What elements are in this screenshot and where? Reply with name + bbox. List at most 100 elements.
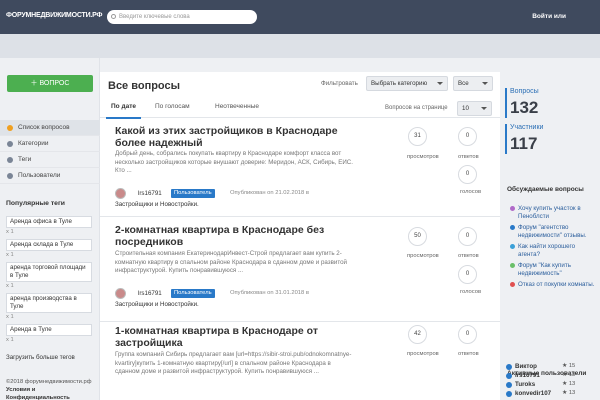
right-sidebar: Вопросы 132 Участники 117 Обсуждаемые во…	[500, 72, 600, 400]
tab-unanswered[interactable]: Неотвеченные	[215, 103, 259, 110]
answers-count: 0	[458, 127, 477, 146]
votes-label: голосов	[460, 289, 482, 295]
user-score: ★ 15	[562, 363, 576, 369]
question-item: 2-комнатная квартира в Краснодаре без по…	[100, 217, 500, 322]
terms-link[interactable]: Условия и Конфиденциальность	[6, 386, 98, 400]
active-user-row[interactable]: Виктор ★ 15	[506, 363, 600, 372]
sidebar-item-questions[interactable]: Список вопросов	[0, 120, 100, 136]
per-page-select[interactable]: 10	[457, 101, 492, 116]
answers-count: 0	[458, 227, 477, 246]
page-title: Все вопросы	[108, 80, 181, 92]
discussed-item[interactable]: Форум "агентство недвижимости" отзывы.	[510, 224, 598, 239]
answers-label: ответов	[458, 154, 479, 160]
search-icon	[111, 14, 116, 19]
question-item: Какой из этих застройщиков в Краснодаре …	[100, 119, 500, 217]
question-excerpt: Добрый день, собрались покупать квартиру…	[115, 150, 353, 174]
tag-link[interactable]: Аренда склада в Туле	[6, 239, 92, 251]
avatar	[506, 373, 512, 379]
load-more-tags-link[interactable]: Загрузить больше тегов	[6, 354, 75, 361]
question-icon	[510, 206, 515, 211]
avatar	[506, 391, 512, 397]
user-score: ★ 13	[562, 390, 576, 396]
views-count: 42	[408, 325, 427, 344]
role-badge: Пользователь	[171, 189, 215, 198]
avatar	[506, 364, 512, 370]
popular-tags-list: Аренда офиса в Туле x 1 Аренда склада в …	[6, 216, 98, 347]
question-title[interactable]: 1-комнатная квартира в Краснодаре от зас…	[115, 325, 340, 349]
author-name[interactable]: lrs16791	[138, 290, 162, 297]
discussed-item[interactable]: Как найти хорошего агента?	[510, 243, 598, 258]
stat-accent-bar	[505, 124, 507, 154]
stat-accent-bar	[505, 88, 507, 118]
views-label: просмотров	[407, 154, 439, 160]
tag-icon	[7, 157, 13, 163]
role-badge: Пользователь	[171, 289, 215, 298]
question-icon	[510, 225, 515, 230]
votes-count: 0	[458, 265, 477, 284]
site-logo[interactable]: ФОРУМНЕДВИЖИМОСТИ.РФ	[6, 12, 103, 19]
list-icon	[7, 125, 13, 131]
sidebar-nav: Список вопросов Категории Теги Пользоват…	[0, 120, 100, 184]
search-placeholder: Введите ключевые слова	[119, 14, 190, 20]
sub-header-bar	[0, 34, 600, 58]
tag-count: x 1	[6, 252, 14, 258]
votes-count: 0	[458, 165, 477, 184]
members-stat-label: Участники	[510, 124, 544, 131]
sidebar-item-tags[interactable]: Теги	[0, 152, 100, 168]
tag-count: x 1	[6, 229, 14, 235]
questions-stat-label: Вопросы	[510, 88, 539, 95]
tag-link[interactable]: аренда производства в Туле	[6, 293, 92, 313]
per-page-label: Вопросов на странице	[385, 105, 448, 111]
active-user-row[interactable]: konvedir107 ★ 13	[506, 390, 600, 399]
sidebar-item-users[interactable]: Пользователи	[0, 168, 100, 184]
folder-icon	[7, 141, 13, 147]
ask-question-button[interactable]: ＋ ВОПРОС	[7, 75, 93, 92]
question-title[interactable]: 2-комнатная квартира в Краснодаре без по…	[115, 224, 340, 248]
tag-link[interactable]: Аренда в Туле	[6, 324, 92, 336]
tag-link[interactable]: Аренда офиса в Туле	[6, 216, 92, 228]
question-title[interactable]: Какой из этих застройщиков в Краснодаре …	[115, 125, 340, 149]
votes-label: голосов	[460, 189, 482, 195]
left-sidebar: ＋ ВОПРОС Список вопросов Категории Теги …	[0, 58, 100, 400]
chevron-down-icon	[482, 82, 488, 85]
published-date: Опубликован on 21.02.2018 в	[230, 190, 309, 196]
category-link[interactable]: Застройщики и Новостройки.	[115, 201, 199, 208]
tag-count: x 1	[6, 283, 14, 289]
user-score: ★ 13	[562, 372, 576, 378]
main-content: Все вопросы Фильтровать Выбрать категори…	[100, 72, 500, 400]
avatar[interactable]	[115, 188, 126, 199]
published-date: Опубликован on 31.01.2018 в	[230, 290, 309, 296]
active-users-top: Виктор ★ 15 lrs16791 ★ 13 Turoks ★ 13 konve…	[506, 363, 600, 399]
tab-by-date[interactable]: По дате	[106, 103, 141, 119]
discussed-list: Хочу купить участок в Пеноблсти Форум "а…	[510, 205, 598, 293]
question-excerpt: Группа компаний Сибирь предлагает вам [u…	[115, 351, 352, 375]
active-user-row[interactable]: Turoks ★ 13	[506, 381, 600, 390]
avatar	[506, 382, 512, 388]
questions-stat-count: 132	[510, 98, 539, 117]
views-count: 31	[408, 127, 427, 146]
discussed-item[interactable]: Форум "Как купить недвижимость"	[510, 262, 598, 277]
chevron-down-icon	[437, 82, 443, 85]
author-name[interactable]: lrs16791	[138, 190, 162, 197]
answers-count: 0	[458, 325, 477, 344]
category-link[interactable]: Застройщики и Новостройки.	[115, 301, 199, 308]
tab-by-votes[interactable]: По голосам	[155, 103, 190, 110]
discussed-item[interactable]: Отказ от покупки комнаты.	[510, 281, 598, 289]
copyright-text: ©2018 форумнедвижимости.рф	[6, 379, 92, 385]
footer-copyright: ©2018 форумнедвижимости.рф Условия и Кон…	[6, 378, 98, 400]
sidebar-item-categories[interactable]: Категории	[0, 136, 100, 152]
tag-link[interactable]: аренда торговой площади в Туле	[6, 262, 92, 282]
tag-count: x 1	[6, 314, 14, 320]
question-icon	[510, 282, 515, 287]
category-select[interactable]: Выбрать категорию	[366, 76, 448, 91]
active-user-row[interactable]: lrs16791 ★ 13	[506, 372, 600, 381]
discussed-item[interactable]: Хочу купить участок в Пеноблсти	[510, 205, 598, 220]
login-link[interactable]: Войти или	[532, 13, 566, 20]
views-count: 50	[408, 227, 427, 246]
avatar[interactable]	[115, 288, 126, 299]
search-input[interactable]: Введите ключевые слова	[107, 10, 257, 24]
tag-count: x 1	[6, 337, 14, 343]
filter-all-select[interactable]: Все	[453, 76, 493, 91]
members-stat-count: 117	[510, 134, 538, 153]
users-icon	[7, 173, 13, 179]
